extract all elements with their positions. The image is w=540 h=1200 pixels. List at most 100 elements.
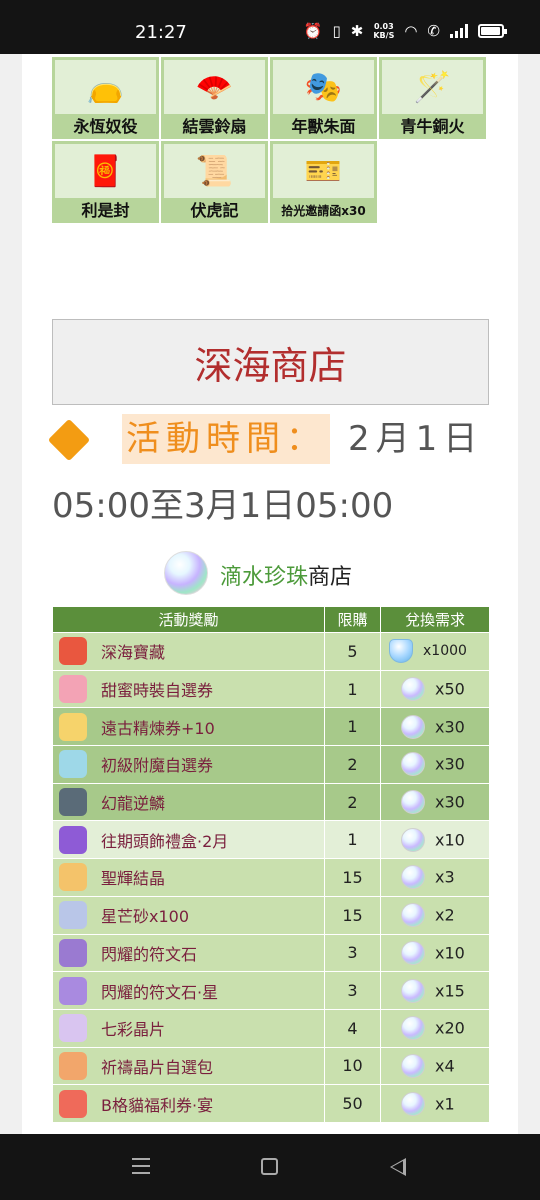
cost-cell: x50 (380, 669, 490, 709)
chip-pack-icon (59, 1051, 87, 1080)
reward-cell: 七彩晶片 (52, 1008, 325, 1048)
limit-cell: 10 (324, 1046, 381, 1086)
reward-cell: 星芒砂x100 (52, 895, 325, 935)
crystal-icon (59, 863, 87, 892)
item-cell: 🎫 拾光邀請函x30 (270, 141, 377, 223)
table-row: 初級附魔自選券 2 x30 (52, 745, 490, 784)
shield-gem-icon (389, 639, 413, 664)
pearl-icon (401, 677, 425, 702)
cost-cell: x20 (380, 1008, 490, 1048)
ticket-icon: 🎫 (273, 144, 374, 198)
cost-quantity: x3 (435, 867, 455, 887)
reward-name: 星芒砂x100 (101, 907, 190, 927)
treasure-chest-icon (59, 637, 87, 666)
cost-quantity: x1 (435, 1094, 455, 1114)
item-cell: 👝 永恆奴役 (52, 57, 159, 139)
table-row: 祈禱晶片自選包 10 x4 (52, 1046, 490, 1086)
pearl-shop-title: 滴水珍珠商店 (220, 565, 353, 590)
cost-quantity: x30 (435, 792, 465, 812)
page-margin-left (0, 54, 22, 1134)
activity-date-start: 2月1日 (348, 419, 484, 459)
pearl-icon (401, 752, 425, 777)
item-name: 利是封 (81, 201, 130, 220)
limit-cell: 15 (324, 895, 381, 935)
reward-cell: 閃耀的符文石 (52, 933, 325, 973)
red-envelope-icon: 🧧 (55, 144, 156, 198)
nav-bar (0, 1134, 540, 1200)
rainbow-chip-icon (59, 1014, 87, 1043)
pearl-icon (401, 1091, 425, 1116)
limit-cell: 50 (324, 1084, 381, 1123)
limit-cell: 2 (324, 745, 381, 784)
reward-cell: 初級附魔自選券 (52, 745, 325, 784)
menu-button[interactable] (132, 1158, 150, 1174)
item-cell: 🎭 年獸朱面 (270, 57, 377, 139)
reward-name: 閃耀的符文石 (101, 944, 198, 964)
wifi-icon: ◠ (404, 22, 418, 40)
item-cell: 🧧 利是封 (52, 141, 159, 223)
cost-cell: x1000 (380, 632, 490, 671)
alarm-icon: ⏰ (303, 22, 323, 40)
reward-cell: 幻龍逆鱗 (52, 782, 325, 822)
pearl-shop-header: 滴水珍珠商店 (52, 549, 489, 605)
pouch-icon: 👝 (55, 60, 156, 114)
reward-cell: 遠古精煉券+10 (52, 707, 325, 747)
item-name: 永恆奴役 (73, 117, 138, 136)
table-row: 星芒砂x100 15 x2 (52, 895, 490, 935)
limit-cell: 15 (324, 858, 381, 897)
page-margin-right (518, 54, 540, 1134)
column-header-reward: 活動獎勵 (52, 606, 325, 633)
home-button[interactable] (261, 1158, 278, 1175)
signal-icon (450, 24, 468, 38)
mask-icon: 🎭 (273, 60, 374, 114)
column-header-limit: 限購 (324, 606, 381, 633)
cost-cell: x30 (380, 745, 490, 784)
reward-name: 遠古精煉券+10 (101, 718, 215, 738)
net-speed: 0.03 KB/S (373, 22, 394, 40)
vibrate-icon: ▯ (332, 22, 341, 40)
staff-icon: 🪄 (382, 60, 483, 114)
table-row: 甜蜜時裝自選券 1 x50 (52, 669, 490, 709)
item-name: 伏虎記 (190, 201, 239, 220)
refine-ticket-icon (59, 712, 87, 741)
activity-label: 活動時間： (122, 414, 330, 464)
reward-name: 往期頭飾禮盒·2月 (101, 831, 229, 851)
pearl-icon (401, 714, 425, 739)
web-content[interactable]: 👝 永恆奴役 🪭 結雲鈴扇 🎭 年獸朱面 🪄 青牛銅火 🧧 利是封 📜 伏虎記 … (0, 54, 540, 1134)
item-name: 結雲鈴扇 (182, 117, 247, 136)
back-button[interactable] (390, 1158, 406, 1176)
bluetooth-icon: ✱ (350, 22, 364, 40)
cost-quantity: x15 (435, 981, 465, 1001)
item-name: 青牛銅火 (400, 117, 465, 136)
cost-cell: x30 (380, 782, 490, 822)
pearl-icon (401, 903, 425, 928)
pearl-icon (401, 978, 425, 1003)
activity-date-range: 05:00至3月1日05:00 (52, 486, 394, 526)
reward-name: 七彩晶片 (101, 1020, 166, 1040)
reward-name: 閃耀的符文石·星 (101, 982, 219, 1002)
pearl-icon (401, 1016, 425, 1041)
cost-quantity: x10 (435, 830, 465, 850)
limit-cell: 4 (324, 1008, 381, 1048)
pearl-icon (401, 790, 425, 815)
net-speed-unit: KB/S (373, 31, 395, 40)
cost-cell: x10 (380, 820, 490, 860)
reward-cell: 聖輝結晶 (52, 858, 325, 897)
limit-cell: 3 (324, 971, 381, 1010)
column-header-cost: 兌換需求 (380, 606, 490, 633)
limit-cell: 1 (324, 707, 381, 747)
reward-cell: B格貓福利券·宴 (52, 1084, 325, 1123)
table-row: 遠古精煉券+10 1 x30 (52, 707, 490, 747)
limit-cell: 1 (324, 669, 381, 709)
limit-cell: 2 (324, 782, 381, 822)
cost-cell: x15 (380, 971, 490, 1010)
table-row: 聖輝結晶 15 x3 (52, 858, 490, 897)
reward-name: 初級附魔自選券 (101, 756, 214, 776)
table-row: 幻龍逆鱗 2 x30 (52, 782, 490, 822)
exchange-table: 活動獎勵 限購 兌換需求 深海寶藏 5 x1000 甜蜜時裝自選券 1 x50 遠古精煉券+… (52, 606, 490, 1123)
table-body: 深海寶藏 5 x1000 甜蜜時裝自選券 1 x50 遠古精煉券+10 1 x30 初級附魔自選券… (52, 632, 490, 1123)
pearl-icon (401, 940, 425, 965)
table-row: 往期頭飾禮盒·2月 1 x10 (52, 820, 490, 860)
limit-cell: 3 (324, 933, 381, 973)
cost-quantity: x30 (435, 754, 465, 774)
